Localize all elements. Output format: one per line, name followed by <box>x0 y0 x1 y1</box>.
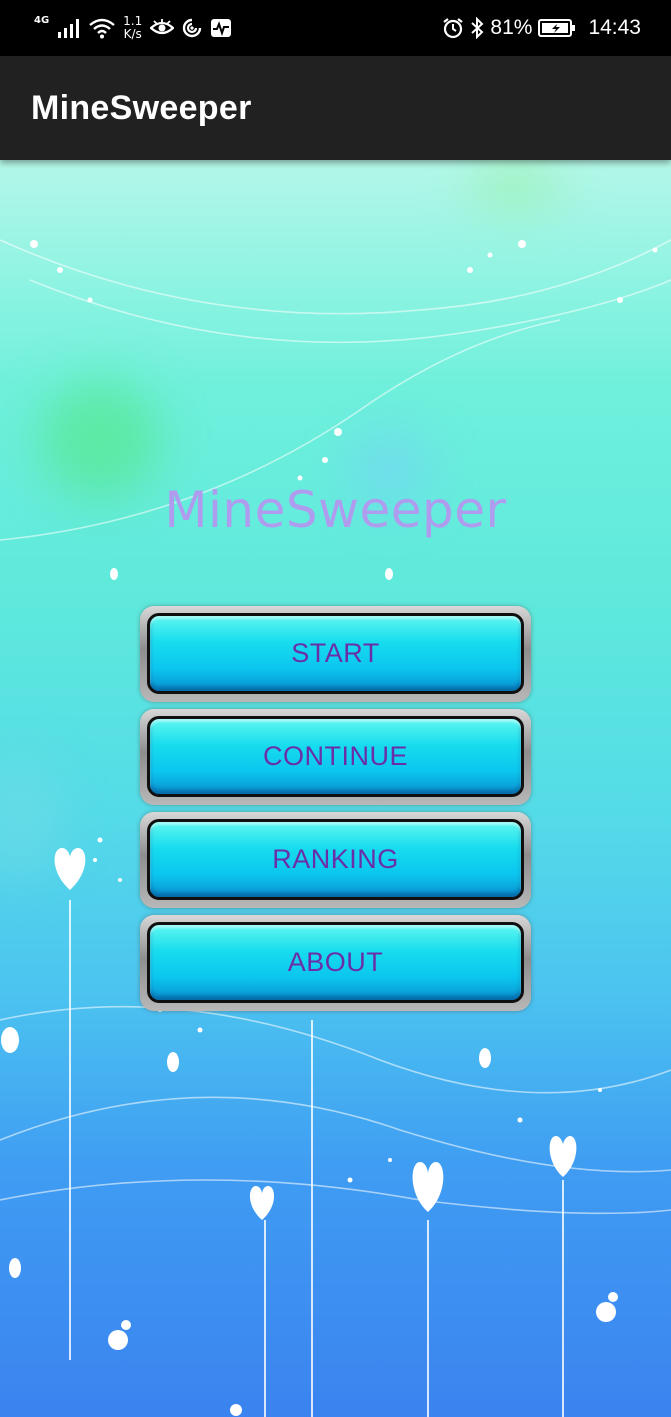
network-speed: 1.1 K/s <box>123 15 142 41</box>
continue-button-face[interactable]: CONTINUE <box>147 716 524 797</box>
battery-icon <box>538 18 576 38</box>
bluetooth-icon <box>470 17 484 39</box>
app-bar: MineSweeper <box>0 56 671 160</box>
continue-button[interactable]: CONTINUE <box>140 709 531 805</box>
start-button[interactable]: START <box>140 606 531 702</box>
ranking-button-label: RANKING <box>272 844 399 874</box>
activity-icon <box>210 18 232 38</box>
start-button-face[interactable]: START <box>147 613 524 694</box>
start-button-label: START <box>291 638 380 668</box>
main-content: MineSweeper START CONTINUE RANKING ABOUT <box>0 160 671 1417</box>
about-button-label: ABOUT <box>287 947 384 977</box>
continue-button-label: CONTINUE <box>263 741 408 771</box>
status-bar-left: 4G 1.1 K/s <box>34 12 232 44</box>
main-menu: START CONTINUE RANKING ABOUT <box>140 606 531 1018</box>
app-bar-title: MineSweeper <box>31 89 252 127</box>
about-button[interactable]: ABOUT <box>140 915 531 1011</box>
status-bar-right: 81% 14:43 <box>442 12 641 44</box>
battery-percent: 81% <box>490 16 533 39</box>
network-type-label: 4G <box>34 14 50 26</box>
signal-icon <box>57 17 81 39</box>
status-bar: 4G 1.1 K/s 81% 14:43 <box>0 0 671 56</box>
app-screen: 4G 1.1 K/s 81% 14:43 MineSweeper MineSwe… <box>0 0 671 1417</box>
wifi-icon <box>89 17 115 39</box>
game-title: MineSweeper <box>164 481 507 539</box>
alarm-icon <box>442 17 464 39</box>
swirl-icon <box>182 18 202 38</box>
network-speed-unit: K/s <box>123 27 142 41</box>
about-button-face[interactable]: ABOUT <box>147 922 524 1003</box>
eye-icon <box>150 18 175 38</box>
ranking-button[interactable]: RANKING <box>140 812 531 908</box>
clock-time: 14:43 <box>588 16 641 39</box>
ranking-button-face[interactable]: RANKING <box>147 819 524 900</box>
